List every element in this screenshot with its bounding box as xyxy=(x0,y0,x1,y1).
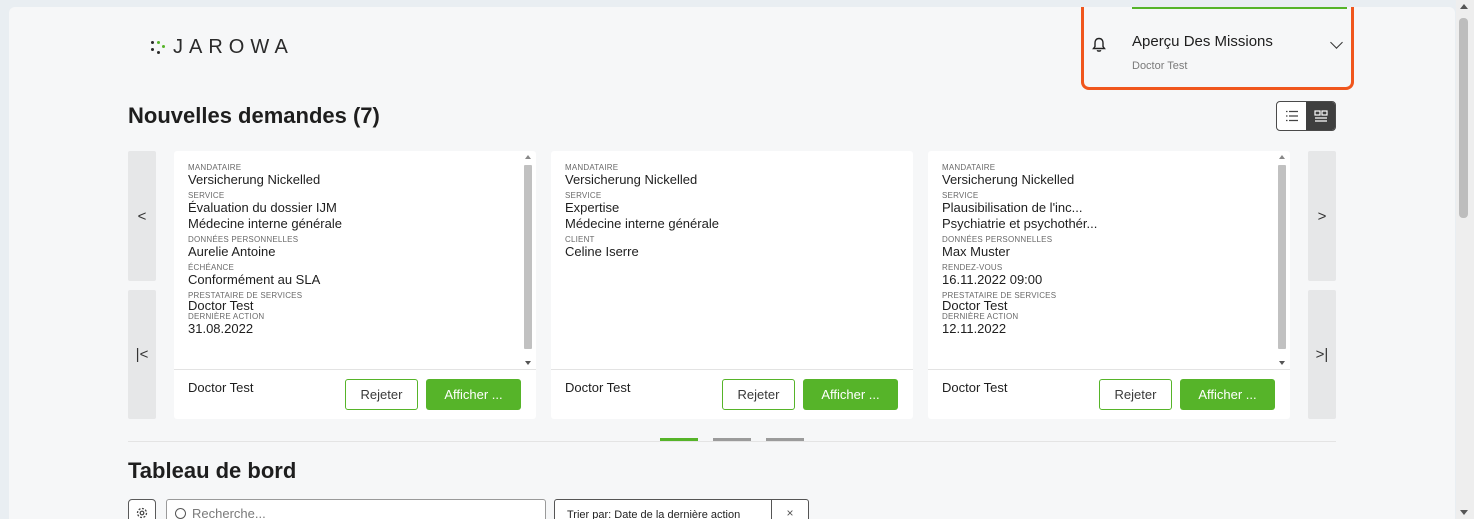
field-value: Plausibilisation de l'inc... xyxy=(942,200,1083,215)
field-value: Conformément au SLA xyxy=(188,272,321,287)
chevron-down-icon[interactable] xyxy=(1330,36,1343,49)
field-value: Doctor Test xyxy=(188,298,254,313)
search-icon xyxy=(175,508,186,519)
reject-button[interactable]: Rejeter xyxy=(345,379,418,410)
card-scrollbar[interactable] xyxy=(524,155,534,367)
carousel-prev-button[interactable]: < xyxy=(128,151,156,281)
field-label: CLIENT xyxy=(565,235,595,244)
logo-text: JAROWA xyxy=(173,36,294,58)
carousel-last-button[interactable]: >| xyxy=(1308,290,1336,419)
carousel-first-button[interactable]: |< xyxy=(128,290,156,419)
scroll-thumb[interactable] xyxy=(1459,18,1468,218)
menu-title[interactable]: Aperçu Des Missions xyxy=(1132,33,1273,50)
field-label: DONNÉES PERSONNELLES xyxy=(942,235,1053,244)
field-label: ÉCHÉANCE xyxy=(188,263,235,272)
field-value: Versicherung Nickelled xyxy=(942,172,1075,187)
field-label: DONNÉES PERSONNELLES xyxy=(188,235,299,244)
pagination-dot[interactable] xyxy=(713,438,751,441)
pagination-dot[interactable] xyxy=(766,438,804,441)
field-value: Aurelie Antoine xyxy=(188,244,276,259)
field-label: DERNIÈRE ACTION xyxy=(942,312,1019,321)
new-requests-title: Nouvelles demandes (7) xyxy=(128,103,380,128)
field-value: 12.11.2022 xyxy=(942,321,1007,336)
card-divider xyxy=(928,369,1290,370)
field-value: Max Muster xyxy=(942,244,1010,259)
active-indicator xyxy=(1132,7,1347,9)
card-scrollbar[interactable] xyxy=(1278,155,1288,367)
page: JAROWA Aperçu Des Missions Doctor Test N… xyxy=(9,7,1455,519)
assignee-name: Doctor Test xyxy=(942,380,1008,395)
card-details: MANDATAIRE Versicherung Nickelled SERVIC… xyxy=(942,163,1272,369)
field-value: Doctor Test xyxy=(942,298,1008,313)
menu-subtitle: Doctor Test xyxy=(1132,60,1188,72)
dashboard-title: Tableau de bord xyxy=(128,458,297,483)
show-button[interactable]: Afficher ... xyxy=(803,379,898,410)
sort-chip: Trier par: Date de la dernière action × xyxy=(554,499,809,519)
gear-icon xyxy=(136,507,148,519)
search-input[interactable] xyxy=(192,503,532,519)
card-divider xyxy=(551,369,913,370)
field-label: SERVICE xyxy=(565,191,602,200)
request-card: MANDATAIRE Versicherung Nickelled SERVIC… xyxy=(551,151,913,419)
assignee-name: Doctor Test xyxy=(565,380,631,395)
field-label: MANDATAIRE xyxy=(942,163,996,172)
page-scrollbar[interactable] xyxy=(1456,0,1474,519)
field-label: SERVICE xyxy=(942,191,979,200)
search-box xyxy=(166,499,546,519)
grid-view-icon xyxy=(1313,110,1328,122)
pagination-dot[interactable] xyxy=(660,438,698,441)
field-value: Celine Iserre xyxy=(565,244,639,259)
field-value: Expertise xyxy=(565,200,620,215)
field-label: RENDEZ-VOUS xyxy=(942,263,1003,272)
field-value: Évaluation du dossier IJM xyxy=(188,200,337,215)
card-details: MANDATAIRE Versicherung Nickelled SERVIC… xyxy=(188,163,518,369)
settings-button[interactable] xyxy=(128,499,156,519)
scroll-up-icon[interactable] xyxy=(1460,4,1468,9)
grid-view-button[interactable] xyxy=(1306,102,1335,130)
field-value: Versicherung Nickelled xyxy=(565,172,698,187)
scroll-down-icon[interactable] xyxy=(1460,510,1468,515)
clear-sort-icon[interactable]: × xyxy=(772,500,808,519)
sort-label[interactable]: Trier par: Date de la dernière action xyxy=(555,500,772,519)
request-card: MANDATAIRE Versicherung Nickelled SERVIC… xyxy=(928,151,1290,419)
field-value: 16.11.2022 09:00 xyxy=(942,272,1043,287)
show-button[interactable]: Afficher ... xyxy=(1180,379,1275,410)
reject-button[interactable]: Rejeter xyxy=(1099,379,1172,410)
field-value: Psychiatrie et psychothér... xyxy=(942,216,1098,231)
field-value: 31.08.2022 xyxy=(188,321,254,336)
section-divider xyxy=(128,441,1336,442)
field-value: Médecine interne générale xyxy=(565,216,719,231)
list-view-icon xyxy=(1285,110,1298,122)
field-label: DERNIÈRE ACTION xyxy=(188,312,265,321)
view-toggle xyxy=(1276,101,1336,131)
card-divider xyxy=(174,369,536,370)
jarowa-logo[interactable]: JAROWA xyxy=(149,36,294,59)
card-details: MANDATAIRE Versicherung Nickelled SERVIC… xyxy=(565,163,895,369)
logo-mark-icon xyxy=(149,37,171,59)
field-label: MANDATAIRE xyxy=(188,163,242,172)
show-button[interactable]: Afficher ... xyxy=(426,379,521,410)
assignee-name: Doctor Test xyxy=(188,380,254,395)
field-label: MANDATAIRE xyxy=(565,163,619,172)
bell-icon[interactable] xyxy=(1092,37,1106,53)
field-value: Médecine interne générale xyxy=(188,216,342,231)
field-value: Versicherung Nickelled xyxy=(188,172,321,187)
carousel-next-button[interactable]: > xyxy=(1308,151,1336,281)
carousel-pagination xyxy=(660,438,804,441)
mission-overview-menu[interactable]: Aperçu Des Missions Doctor Test xyxy=(1081,7,1354,90)
reject-button[interactable]: Rejeter xyxy=(722,379,795,410)
field-label: SERVICE xyxy=(188,191,225,200)
list-view-button[interactable] xyxy=(1277,102,1306,130)
request-card: MANDATAIRE Versicherung Nickelled SERVIC… xyxy=(174,151,536,419)
